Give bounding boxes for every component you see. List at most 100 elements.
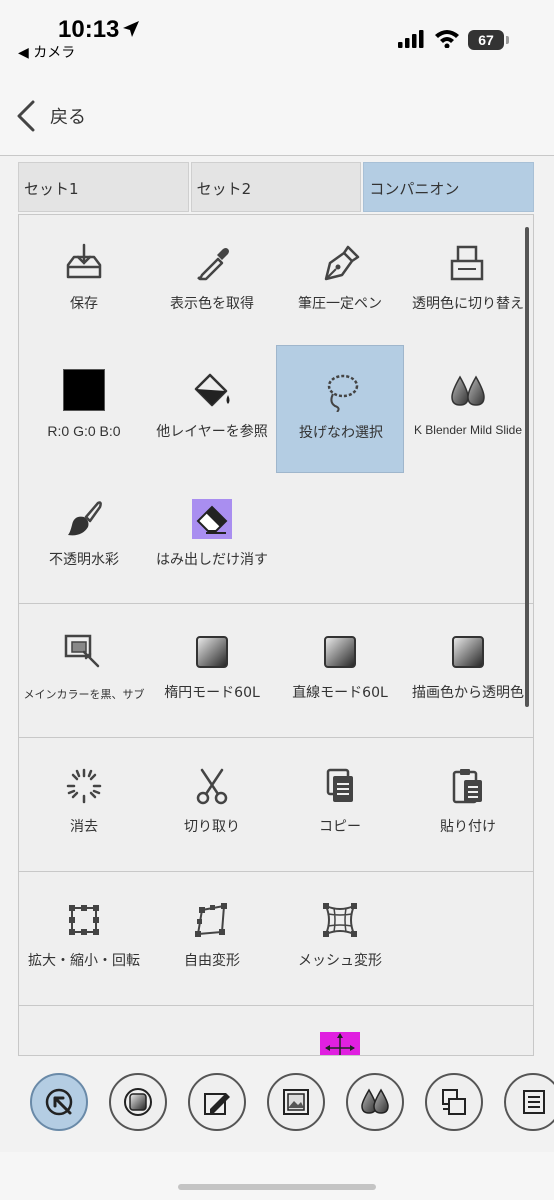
save-label: 保存: [70, 296, 98, 312]
draw-to-transparent-command[interactable]: 描画色から透明色: [404, 606, 532, 734]
eyedropper-icon: [197, 248, 229, 281]
line-mode-command[interactable]: 直線モード60L: [276, 606, 404, 734]
save-command[interactable]: 保存: [20, 217, 148, 345]
paste-icon: [452, 769, 482, 804]
command-section-4: 拡大・縮小・回転 自由変形 メッシュ変形: [19, 872, 533, 1006]
move-command[interactable]: [276, 1008, 404, 1055]
command-section-1: 保存 表示色を取得 筆圧一定ペン 透明色に切り替え R:0 G:0 B:0 他レ…: [19, 215, 533, 604]
gradient-square-icon: [452, 636, 484, 668]
location-arrow-icon: [123, 21, 139, 37]
clear-label: 消去: [70, 819, 98, 835]
move-icon: [325, 1033, 355, 1055]
switch-transparent-command[interactable]: 透明色に切り替え: [404, 217, 532, 345]
eraser-icon: [196, 505, 228, 534]
free-transform-icon: [195, 903, 227, 937]
get-display-color-command[interactable]: 表示色を取得: [148, 217, 276, 345]
free-transform-label: 自由変形: [184, 953, 240, 969]
main-color-black-label: メインカラーを黒、サブ: [23, 688, 145, 701]
transparent-color-icon: [450, 245, 484, 281]
wifi-icon: [435, 30, 459, 48]
navigation-bar: 戻る: [0, 66, 554, 156]
lasso-select-label: 投げなわ選択: [299, 425, 383, 441]
merge-down-command[interactable]: [148, 1008, 276, 1055]
paste-command[interactable]: 貼り付け: [404, 740, 532, 868]
eraser-highlight: [192, 499, 232, 539]
back-to-camera-link[interactable]: ◀ カメラ: [18, 42, 75, 62]
constant-pressure-pen-label: 筆圧一定ペン: [298, 296, 382, 312]
back-button[interactable]: 戻る: [16, 100, 86, 132]
save-icon: [66, 243, 102, 279]
paste-label: 貼り付け: [440, 819, 496, 835]
home-indicator-area: [0, 1152, 554, 1200]
cellular-signal-icon: [398, 30, 424, 48]
tab-set-2[interactable]: セット2: [190, 162, 362, 212]
blender-drops-icon: [451, 375, 485, 406]
drops-tool-button[interactable]: [346, 1073, 404, 1131]
tab-set-1[interactable]: セット1: [18, 162, 189, 212]
square-tool-button[interactable]: [109, 1073, 167, 1131]
lasso-select-command[interactable]: 投げなわ選択: [276, 345, 404, 473]
square-tool-icon: [124, 1088, 152, 1116]
transparent-tool-icon: [442, 1089, 466, 1115]
copy-icon: [326, 768, 353, 802]
scale-rotate-icon: [69, 905, 99, 935]
ellipse-mode-label: 楕円モード60L: [164, 685, 260, 701]
selection-tool-button[interactable]: [30, 1073, 88, 1131]
home-indicator[interactable]: [178, 1184, 376, 1190]
mesh-transform-label: メッシュ変形: [298, 953, 382, 969]
scale-rotate-command[interactable]: 拡大・縮小・回転: [20, 874, 148, 1002]
draw-to-transparent-label: 描画色から透明色: [412, 685, 524, 701]
scale-rotate-label: 拡大・縮小・回転: [28, 953, 140, 969]
erase-overflow-label: はみ出しだけ消す: [156, 552, 268, 568]
flip-horizontal-icon: [64, 1034, 104, 1056]
copy-label: コピー: [319, 819, 361, 835]
back-button-label: 戻る: [50, 107, 86, 128]
main-color-black-command[interactable]: メインカラーを黒、サブ: [20, 606, 148, 734]
panel-scrollbar[interactable]: [525, 227, 529, 707]
mesh-transform-command[interactable]: メッシュ変形: [276, 874, 404, 1002]
move-highlight: [320, 1032, 360, 1055]
opaque-watercolor-label: 不透明水彩: [49, 552, 119, 568]
cut-command[interactable]: 切り取り: [148, 740, 276, 868]
get-display-color-label: 表示色を取得: [170, 296, 254, 312]
refer-other-layer-label: 他レイヤーを参照: [156, 424, 268, 440]
command-section-2: メインカラーを黒、サブ 楕円モード60L 直線モード60L 描画色から透明色: [19, 604, 533, 738]
layer-tool-button[interactable]: [504, 1073, 554, 1131]
status-bar: 10:13 ◀ カメラ 67: [0, 0, 554, 66]
refer-other-layer-command[interactable]: 他レイヤーを参照: [148, 345, 276, 473]
battery-indicator: 67: [468, 30, 510, 50]
watercolor-brush-icon: [68, 501, 102, 536]
free-transform-command[interactable]: 自由変形: [148, 874, 276, 1002]
command-section-5: [19, 1006, 533, 1056]
rgb-color-command[interactable]: R:0 G:0 B:0: [20, 345, 148, 473]
k-blender-command[interactable]: K Blender Mild Slide: [404, 345, 532, 473]
edit-image-tool-icon: [204, 1093, 230, 1115]
cut-label: 切り取り: [184, 819, 240, 835]
transparent-tool-button[interactable]: [425, 1073, 483, 1131]
edit-image-tool-button[interactable]: [188, 1073, 246, 1131]
rgb-color-label: R:0 G:0 B:0: [47, 423, 121, 439]
copy-command[interactable]: コピー: [276, 740, 404, 868]
flip-horizontal-command[interactable]: [20, 1008, 148, 1056]
selection-tool-icon: [45, 1088, 73, 1116]
set-tabs: セット1 セット2 コンパニオン: [18, 162, 535, 212]
status-time: 10:13: [58, 16, 120, 43]
scissors-icon: [196, 768, 228, 805]
image-tool-icon: [283, 1089, 309, 1115]
constant-pressure-pen-command[interactable]: 筆圧一定ペン: [276, 217, 404, 345]
erase-overflow-command[interactable]: はみ出しだけ消す: [148, 473, 276, 601]
gradient-square-icon: [324, 636, 356, 668]
clear-command[interactable]: 消去: [20, 740, 148, 868]
command-panel: 保存 表示色を取得 筆圧一定ペン 透明色に切り替え R:0 G:0 B:0 他レ…: [18, 214, 534, 1056]
color-swatch-icon: [63, 369, 105, 411]
chevron-left-icon: [17, 100, 35, 132]
ellipse-mode-command[interactable]: 楕円モード60L: [148, 606, 276, 734]
image-tool-button[interactable]: [267, 1073, 325, 1131]
battery-level: 67: [478, 32, 494, 48]
gradient-square-icon: [196, 636, 228, 668]
main-color-icon: [64, 634, 100, 668]
paint-bucket-icon: [194, 373, 230, 407]
tab-companion[interactable]: コンパニオン: [363, 162, 535, 212]
mesh-transform-icon: [323, 903, 357, 937]
opaque-watercolor-command[interactable]: 不透明水彩: [20, 473, 148, 601]
